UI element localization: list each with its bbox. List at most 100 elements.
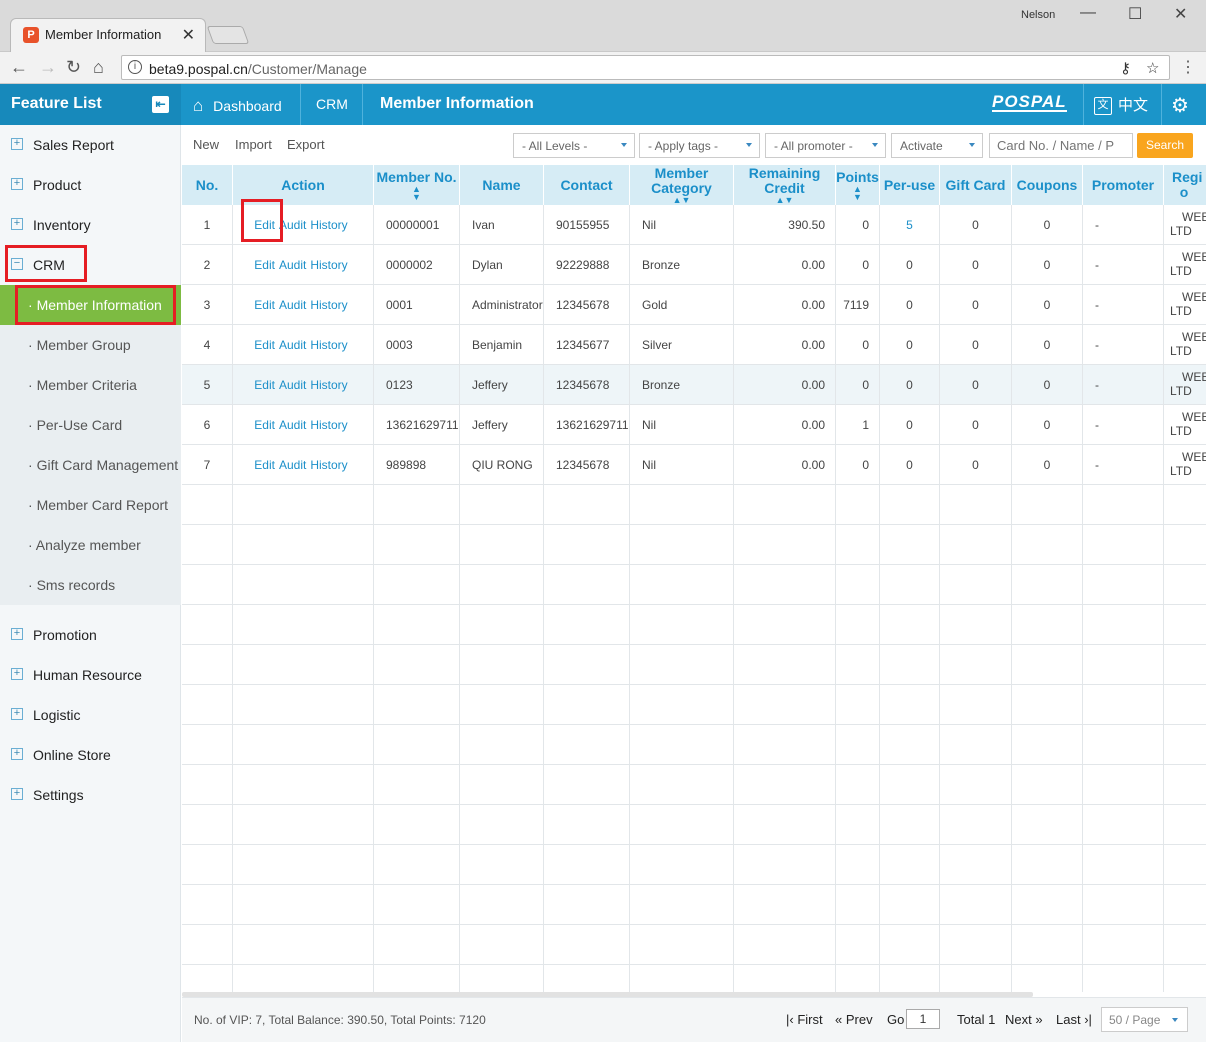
home-icon[interactable]: ⌂ (93, 57, 104, 78)
activate-select[interactable]: Activate (891, 133, 983, 158)
audit-link[interactable]: Audit (279, 378, 306, 392)
edit-link[interactable]: Edit (254, 418, 275, 432)
crumb-dashboard[interactable]: ⌂ Dashboard (193, 96, 282, 116)
back-icon[interactable]: ← (10, 57, 28, 78)
sidebar-item-sms-records[interactable]: · Sms records (0, 565, 181, 605)
cell-coupons: 0 (1012, 405, 1083, 445)
audit-link[interactable]: Audit (279, 298, 306, 312)
promoter-select[interactable]: - All promoter - (765, 133, 886, 158)
table-row[interactable]: 4 Edit Audit History 0003 Benjamin 12345677 Sil… (182, 325, 1206, 365)
column-header-coupons[interactable]: Coupons (1012, 165, 1083, 205)
table-row[interactable]: 1 Edit Audit History 00000001 Ivan 90155955 Nil… (182, 205, 1206, 245)
export-button[interactable]: Export (287, 137, 325, 152)
info-icon[interactable]: i (128, 60, 142, 74)
search-button[interactable]: Search (1137, 133, 1193, 158)
sort-icon[interactable]: ▲▼ (776, 196, 794, 205)
browser-tab[interactable]: P Member Information ✕ (10, 18, 206, 52)
new-button[interactable]: New (193, 137, 219, 152)
bookmark-star-icon[interactable]: ☆ (1146, 59, 1159, 77)
column-header-region[interactable]: Regi o (1164, 165, 1206, 205)
history-link[interactable]: History (310, 258, 347, 272)
table-row[interactable]: 5 Edit Audit History 0123 Jeffery 12345678 Bron… (182, 365, 1206, 405)
page-number-input[interactable]: 1 (906, 1009, 940, 1029)
sidebar-item-online-store[interactable]: + Online Store (0, 735, 181, 775)
audit-link[interactable]: Audit (279, 458, 306, 472)
next-page-button[interactable]: Next » (1005, 1012, 1043, 1027)
prev-page-button[interactable]: « Prev (835, 1012, 873, 1027)
sidebar-item-analyze-member[interactable]: · Analyze member (0, 525, 181, 565)
history-link[interactable]: History (310, 378, 347, 392)
audit-link[interactable]: Audit (279, 218, 306, 232)
edit-link[interactable]: Edit (254, 298, 275, 312)
sidebar-item-human-resource[interactable]: + Human Resource (0, 655, 181, 695)
reload-icon[interactable]: ↻ (66, 57, 81, 78)
cell-giftcard (940, 525, 1012, 565)
cell-peruse[interactable]: 5 (880, 205, 940, 245)
column-header-no[interactable]: No. (182, 165, 233, 205)
sidebar-item-settings[interactable]: + Settings (0, 775, 181, 815)
sort-icon[interactable]: ▲▼ (853, 184, 862, 201)
last-page-button[interactable]: Last ›| (1056, 1012, 1092, 1027)
table-row[interactable]: 2 Edit Audit History 0000002 Dylan 92229888 Bro… (182, 245, 1206, 285)
history-link[interactable]: History (310, 298, 347, 312)
browser-user[interactable]: Nelson (1021, 9, 1055, 21)
column-header-category[interactable]: Member Category ▲▼ (630, 165, 734, 205)
column-header-name[interactable]: Name (460, 165, 544, 205)
audit-link[interactable]: Audit (279, 418, 306, 432)
url-input[interactable]: i beta9.pospal.cn/Customer/Manage ⚷ ☆ (121, 55, 1170, 80)
browser-menu-icon[interactable]: ⋮ (1180, 57, 1196, 77)
sidebar-item-logistic[interactable]: + Logistic (0, 695, 181, 735)
table-row[interactable]: 7 Edit Audit History 989898 QIU RONG 12345678 N… (182, 445, 1206, 485)
window-close-icon[interactable]: ✕ (1174, 4, 1187, 24)
page-size-select[interactable]: 50 / Page (1101, 1007, 1188, 1032)
first-page-button[interactable]: |‹ First (786, 1012, 823, 1027)
sort-icon[interactable]: ▲▼ (673, 196, 691, 205)
new-tab-button[interactable] (206, 26, 250, 44)
edit-link[interactable]: Edit (254, 458, 275, 472)
sidebar-item-sales-report[interactable]: + Sales Report (0, 125, 181, 165)
forward-icon[interactable]: → (39, 57, 57, 78)
cell-credit: 390.50 (734, 205, 836, 245)
history-link[interactable]: History (310, 458, 347, 472)
audit-link[interactable]: Audit (279, 338, 306, 352)
column-header-promoter[interactable]: Promoter (1083, 165, 1164, 205)
sidebar-item-promotion[interactable]: + Promotion (0, 615, 181, 655)
sidebar-item-gift-card-management[interactable]: · Gift Card Management (0, 445, 181, 485)
history-link[interactable]: History (310, 418, 347, 432)
crumb-crm[interactable]: CRM (316, 96, 348, 112)
cell-contact (544, 645, 630, 685)
column-header-contact[interactable]: Contact (544, 165, 630, 205)
sidebar-item-per-use-card[interactable]: · Per-Use Card (0, 405, 181, 445)
tab-close-icon[interactable]: ✕ (182, 25, 195, 45)
sidebar-item-inventory[interactable]: + Inventory (0, 205, 181, 245)
levels-select[interactable]: - All Levels - (513, 133, 635, 158)
column-header-credit[interactable]: Remaining Credit ▲▼ (734, 165, 836, 205)
column-header-peruse[interactable]: Per-use (880, 165, 940, 205)
tags-select[interactable]: - Apply tags - (639, 133, 760, 158)
search-input[interactable] (989, 133, 1133, 158)
audit-link[interactable]: Audit (279, 258, 306, 272)
sidebar-item-product[interactable]: + Product (0, 165, 181, 205)
maximize-icon[interactable]: ☐ (1128, 4, 1142, 24)
sidebar-item-member-criteria[interactable]: · Member Criteria (0, 365, 181, 405)
edit-link[interactable]: Edit (254, 338, 275, 352)
column-header-points[interactable]: Points ▲ ▼ (836, 165, 880, 205)
column-header-giftcard[interactable]: Gift Card (940, 165, 1012, 205)
cell-no (182, 765, 233, 805)
minimize-icon[interactable]: — (1080, 4, 1096, 22)
edit-link[interactable]: Edit (254, 378, 275, 392)
edit-link[interactable]: Edit (254, 258, 275, 272)
column-header-member-no[interactable]: Member No. ▲ ▼ (374, 165, 460, 205)
gear-icon[interactable]: ⚙ (1171, 93, 1189, 118)
table-row[interactable]: 6 Edit Audit History 13621629711 Jeffery 13621… (182, 405, 1206, 445)
key-icon[interactable]: ⚷ (1120, 59, 1131, 77)
sort-icon[interactable]: ▲▼ (412, 184, 421, 201)
language-switch[interactable]: 文中文 (1094, 94, 1148, 116)
sidebar-item-member-group[interactable]: · Member Group (0, 325, 181, 365)
history-link[interactable]: History (310, 218, 347, 232)
sidebar-item-member-card-report[interactable]: · Member Card Report (0, 485, 181, 525)
collapse-sidebar-icon[interactable]: ⇤ (152, 96, 169, 113)
import-button[interactable]: Import (235, 137, 272, 152)
table-row[interactable]: 3 Edit Audit History 0001 Administrator 123456… (182, 285, 1206, 325)
history-link[interactable]: History (310, 338, 347, 352)
